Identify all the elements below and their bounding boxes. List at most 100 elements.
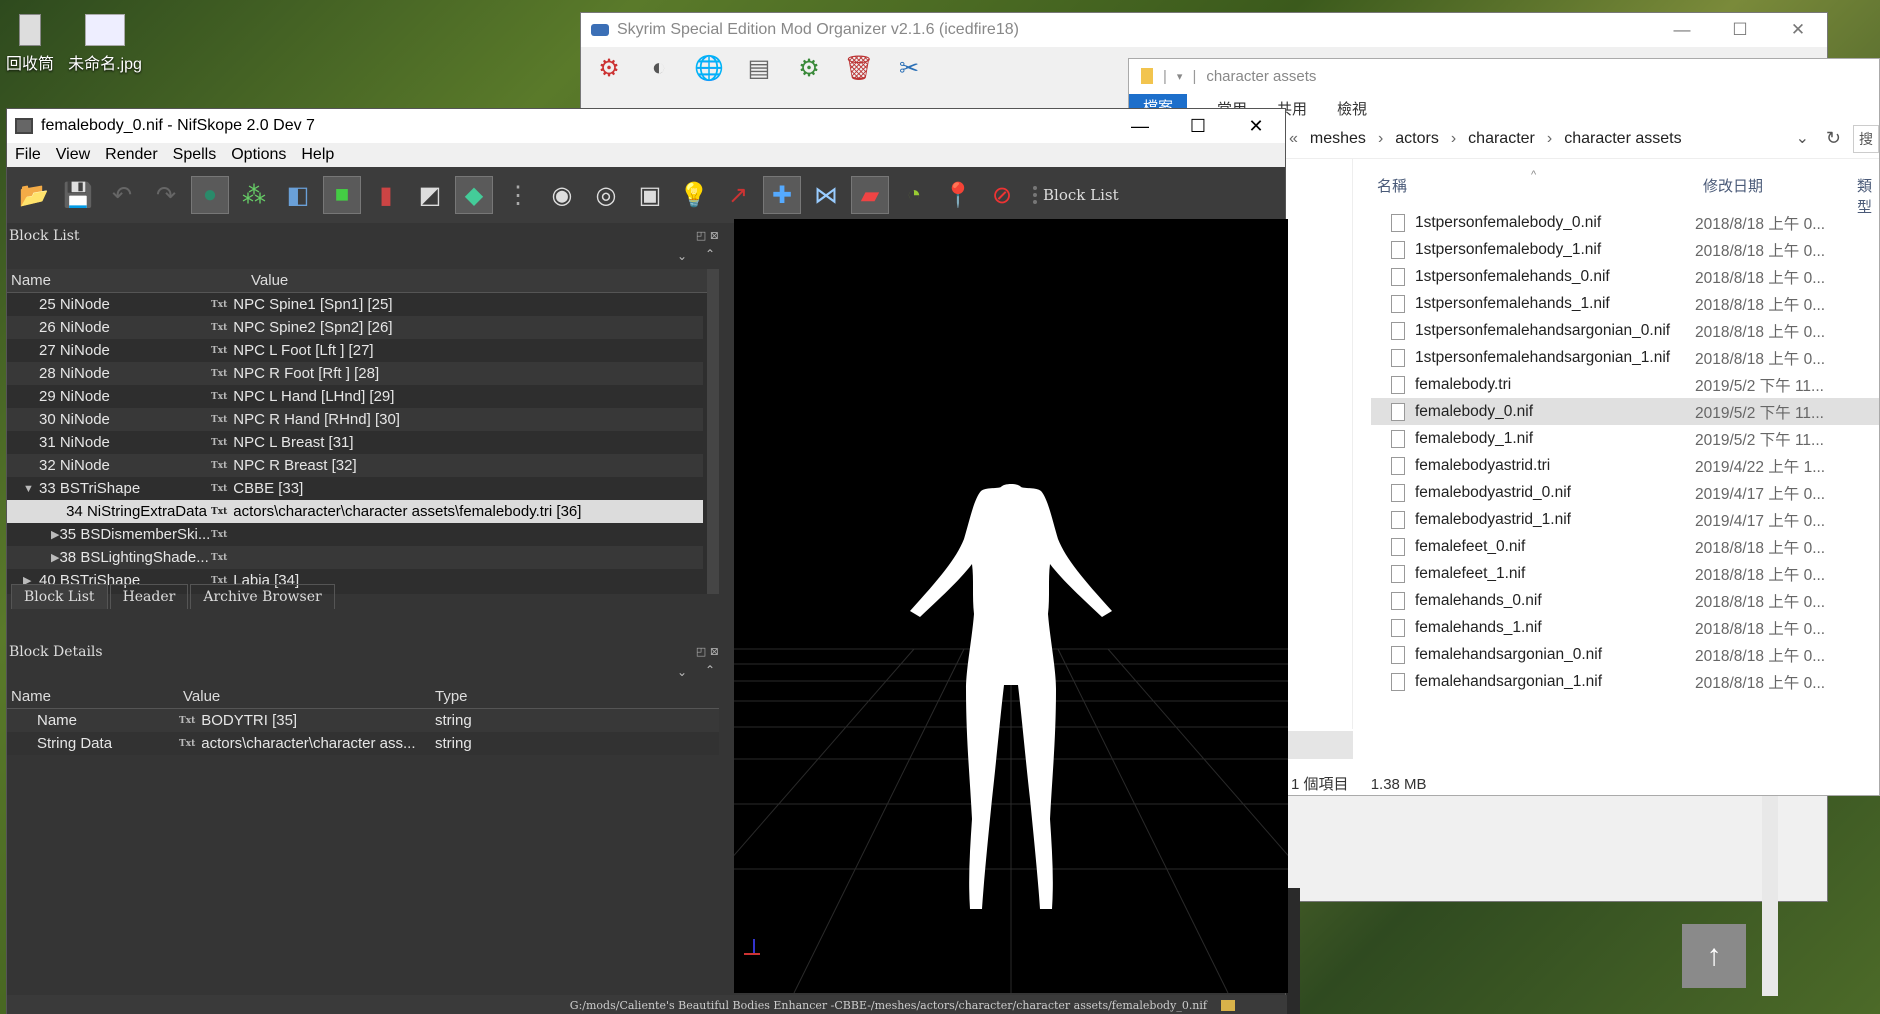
file-row[interactable]: femalebody_0.nif2019/5/2 下午 11...NIF xyxy=(1371,398,1879,425)
cube-icon[interactable]: ◆ xyxy=(455,176,493,214)
detail-row[interactable]: Name Txt BODYTRI [35] string xyxy=(7,709,719,732)
block-row[interactable]: 28 NiNode Txt NPC R Foot [Rft ] [28] xyxy=(7,362,703,385)
problems-icon[interactable]: 🗑 xyxy=(841,51,877,85)
pane-float-close-icon[interactable]: ◰ ⊠ xyxy=(696,229,719,242)
lightbulb-icon[interactable]: 💡 xyxy=(675,176,713,214)
file-row[interactable]: femalehands_1.nif2018/8/18 上午 0...NIF xyxy=(1371,614,1879,641)
column-date[interactable]: 修改日期 xyxy=(1703,175,1763,196)
column-name[interactable]: Name xyxy=(7,272,247,289)
column-name[interactable]: 名稱 xyxy=(1377,175,1407,196)
address-dropdown-icon[interactable]: ⌄ xyxy=(1796,128,1809,148)
collapse-down-icon[interactable]: ⌄ xyxy=(677,249,687,263)
close-button[interactable]: ✕ xyxy=(1227,109,1285,143)
file-row[interactable]: femalebodyastrid_1.nif2019/4/17 上午 0...N… xyxy=(1371,506,1879,533)
vertex-icon[interactable]: ↗ xyxy=(719,176,757,214)
axes-icon[interactable]: ✚ xyxy=(763,176,801,214)
file-row[interactable]: femalefeet_0.nif2018/8/18 上午 0...NIF xyxy=(1371,533,1879,560)
ini-editor-icon[interactable]: ▤ xyxy=(741,51,777,85)
file-row[interactable]: femalehandsargonian_1.nif 2018/8/18 上午 0.… xyxy=(1371,668,1879,695)
texture-icon[interactable]: ▰ xyxy=(851,176,889,214)
menu-help[interactable]: Help xyxy=(301,146,334,164)
expand-arrow-icon[interactable]: ▼ xyxy=(23,483,39,495)
breadcrumb-overflow[interactable]: « xyxy=(1289,130,1298,148)
tools-icon[interactable]: ✂ xyxy=(891,51,927,85)
tab-header[interactable]: Header xyxy=(109,584,189,609)
screenshot-icon[interactable]: ▣ xyxy=(631,176,669,214)
search-box[interactable]: 搜 xyxy=(1853,125,1879,153)
breadcrumb-character[interactable]: character xyxy=(1468,130,1535,148)
menu-file[interactable]: File xyxy=(15,146,41,164)
block-row[interactable]: ▶ 38 BSLightingShade... Txt xyxy=(7,546,703,569)
file-row[interactable]: femalehandsargonian_0.nif 2018/8/18 上午 0.… xyxy=(1371,641,1879,668)
file-row[interactable]: 1stpersonfemalehandsargonian_1.nif 2018/8… xyxy=(1371,344,1879,371)
file-row[interactable]: 1stpersonfemalebody_0.nif 2018/8/18 上午 0.… xyxy=(1371,209,1879,236)
view-walk-icon[interactable]: ◩ xyxy=(411,176,449,214)
nifskope-titlebar[interactable]: femalebody_0.nif - NifSkope 2.0 Dev 7 xyxy=(7,109,1285,143)
mod-organizer-scrollbar[interactable] xyxy=(1762,796,1778,996)
settings-icon[interactable]: ⚙ xyxy=(791,51,827,85)
file-row[interactable]: femalebody.tri2019/5/2 下午 11...TRI xyxy=(1371,371,1879,398)
minimize-button[interactable]: — xyxy=(1111,109,1169,143)
file-row[interactable]: 1stpersonfemalebody_1.nif 2018/8/18 上午 0.… xyxy=(1371,236,1879,263)
block-row[interactable]: 29 NiNode Txt NPC L Hand [LHnd] [29] xyxy=(7,385,703,408)
file-row[interactable]: 1stpersonfemalehands_0.nif 2018/8/18 上午 0… xyxy=(1371,263,1879,290)
block-row[interactable]: 32 NiNode Txt NPC R Breast [32] xyxy=(7,454,703,477)
block-row[interactable]: ▶ 35 BSDismemberSki... Txt xyxy=(7,523,703,546)
globe-icon[interactable]: 🌐 xyxy=(691,51,727,85)
menu-view[interactable]: View xyxy=(56,146,90,164)
save-icon[interactable]: 💾 xyxy=(59,176,97,214)
block-row[interactable]: 31 NiNode Txt NPC L Breast [31] xyxy=(7,431,703,454)
expand-arrow-icon[interactable]: ▶ xyxy=(51,528,59,541)
hide-icon[interactable]: ⊘ xyxy=(983,176,1021,214)
breadcrumb-actors[interactable]: actors xyxy=(1395,130,1439,148)
quick-access-chevron-icon[interactable]: ▾ xyxy=(1177,70,1183,83)
skeleton-icon[interactable]: ⋈ xyxy=(807,176,845,214)
eye-icon[interactable]: ◉ xyxy=(543,176,581,214)
undo-icon[interactable]: ↶ xyxy=(103,176,141,214)
block-row[interactable]: 34 NiStringExtraData Txt actors\character\… xyxy=(7,500,703,523)
nodes-icon[interactable]: ⁂ xyxy=(235,176,273,214)
profile-icon[interactable]: ⚙ xyxy=(591,51,627,85)
column-type[interactable]: Type xyxy=(431,688,468,705)
block-row[interactable]: 30 NiNode Txt NPC R Hand [RHnd] [30] xyxy=(7,408,703,431)
file-row[interactable]: 1stpersonfemalehandsargonian_0.nif 2018/8… xyxy=(1371,317,1879,344)
marker-icon[interactable]: 📍 xyxy=(939,176,977,214)
eye-pencil-icon[interactable]: ◎ xyxy=(587,176,625,214)
file-row[interactable]: femalefeet_1.nif2018/8/18 上午 0...NIF xyxy=(1371,560,1879,587)
open-icon[interactable]: 📂 xyxy=(15,176,53,214)
recycle-bin-desktop-icon[interactable]: 回收筒 xyxy=(0,14,60,74)
expand-arrow-icon[interactable]: ▶ xyxy=(51,551,59,564)
refresh-icon[interactable]: ↻ xyxy=(1826,128,1841,149)
block-row[interactable]: 26 NiNode Txt NPC Spine2 [Spn2] [26] xyxy=(7,316,703,339)
image-file-desktop-icon[interactable]: 未命名.jpg xyxy=(62,14,148,74)
footsteps-icon[interactable]: ⋮ xyxy=(499,176,537,214)
detail-row[interactable]: String Data Txt actors\character\characte… xyxy=(7,732,719,755)
3d-viewport[interactable] xyxy=(734,219,1288,993)
minimize-button[interactable]: — xyxy=(1653,13,1711,47)
pane-float-close-icon[interactable]: ◰ ⊠ xyxy=(696,645,719,658)
view-side-icon[interactable]: ▮ xyxy=(367,176,405,214)
scroll-to-top-button[interactable]: ↑ xyxy=(1682,924,1746,988)
view-top-icon[interactable]: ◧ xyxy=(279,176,317,214)
collapse-down-icon[interactable]: ⌄ xyxy=(677,665,687,679)
maximize-button[interactable]: ☐ xyxy=(1169,109,1227,143)
menu-options[interactable]: Options xyxy=(231,146,286,164)
mod-organizer-titlebar[interactable]: Skyrim Special Edition Mod Organizer v2.… xyxy=(581,13,1827,47)
tab-block-list[interactable]: Block List xyxy=(11,584,108,609)
column-value[interactable]: Value xyxy=(179,688,431,705)
explorer-titlebar[interactable]: | ▾ | character assets xyxy=(1129,59,1879,93)
menu-spells[interactable]: Spells xyxy=(173,146,217,164)
file-row[interactable]: femalebody_1.nif2019/5/2 下午 11...NIF xyxy=(1371,425,1879,452)
sphere-icon[interactable]: ● xyxy=(191,176,229,214)
close-button[interactable]: ✕ xyxy=(1769,13,1827,47)
maximize-button[interactable]: ☐ xyxy=(1711,13,1769,47)
breadcrumb-meshes[interactable]: meshes xyxy=(1310,130,1366,148)
ribbon-tab-view[interactable]: 檢視 xyxy=(1337,98,1367,119)
block-row[interactable]: 25 NiNode Txt NPC Spine1 [Spn1] [25] xyxy=(7,293,703,316)
file-row[interactable]: femalebodyastrid_0.nif2019/4/17 上午 0...N… xyxy=(1371,479,1879,506)
block-row[interactable]: ▼ 33 BSTriShape Txt CBBE [33] xyxy=(7,477,703,500)
file-row[interactable]: femalebodyastrid.tri2019/4/22 上午 1...TRI xyxy=(1371,452,1879,479)
menu-render[interactable]: Render xyxy=(105,146,157,164)
collapse-up-icon[interactable]: ⌃ xyxy=(705,663,715,677)
redo-icon[interactable]: ↷ xyxy=(147,176,185,214)
